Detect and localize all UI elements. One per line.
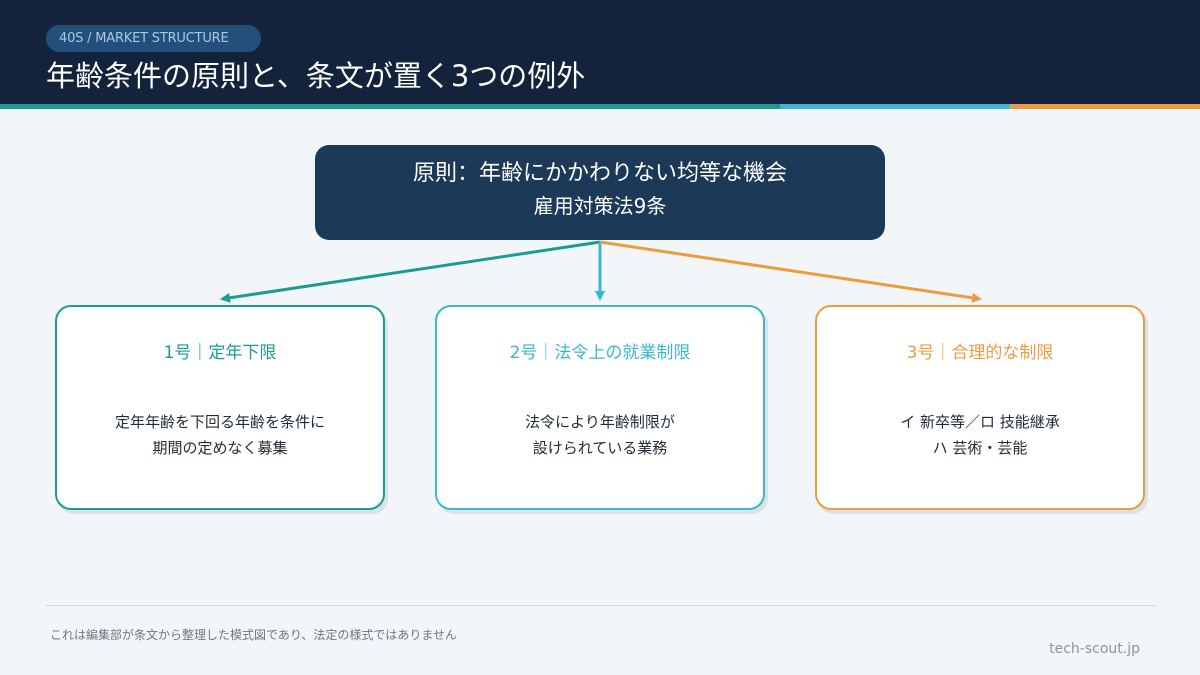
principle-statement: 原則：年齢にかかわりない均等な機会: [412, 161, 787, 186]
footer-divider: [46, 605, 1156, 606]
principle-box: 原則：年齢にかかわりない均等な機会 雇用対策法9条: [315, 145, 885, 240]
exception-card-2: 2号｜法令上の就業制限 法令により年齢制限が 設けられている業務: [435, 305, 765, 510]
exception-body-line: 法令により年齢制限が: [525, 413, 675, 431]
exception-body: イ 新卒等／ロ 技能継承 ハ 芸術・芸能: [817, 409, 1143, 461]
exception-heading: 2号｜法令上の就業制限: [509, 343, 691, 363]
exception-body-line: 設けられている業務: [532, 439, 668, 457]
arrow-to-exception-3: [599, 240, 982, 303]
exception-body-line: 期間の定めなく募集: [152, 439, 288, 457]
exception-heading: 1号｜定年下限: [163, 343, 277, 363]
exception-body-line: ハ 芸術・芸能: [932, 439, 1028, 457]
exception-body: 定年年齢を下回る年齢を条件に 期間の定めなく募集: [57, 409, 383, 461]
footer-note: これは編集部が条文から整理した模式図であり、法定の様式ではありません: [50, 628, 458, 642]
arrow-to-exception-1: [220, 240, 601, 303]
exception-body-line: イ 新卒等／ロ 技能継承: [900, 413, 1060, 431]
exception-card-1: 1号｜定年下限 定年年齢を下回る年齢を条件に 期間の定めなく募集: [55, 305, 385, 510]
exception-card-3: 3号｜合理的な制限 イ 新卒等／ロ 技能継承 ハ 芸術・芸能: [815, 305, 1145, 510]
exception-heading: 3号｜合理的な制限: [906, 343, 1054, 363]
exception-body: 法令により年齢制限が 設けられている業務: [437, 409, 763, 461]
site-name: tech-scout.jp: [1049, 641, 1140, 657]
principle-law-reference: 雇用対策法9条: [533, 194, 667, 218]
exception-body-line: 定年年齢を下回る年齢を条件に: [114, 413, 325, 431]
